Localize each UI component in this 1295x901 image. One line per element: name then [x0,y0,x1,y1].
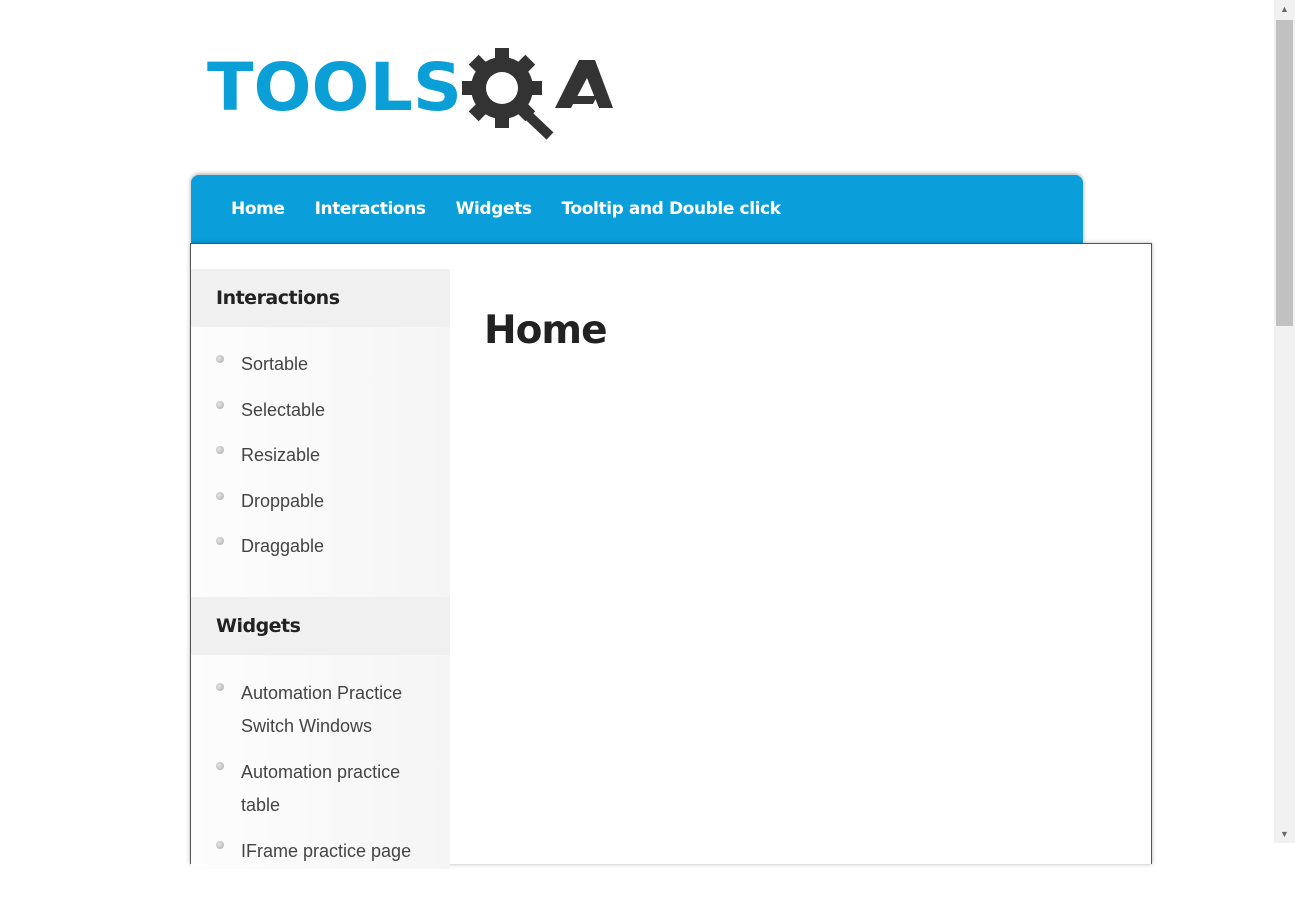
bullet-icon [216,446,224,454]
sidebar-item-iframe-practice[interactable]: IFrame practice page [191,835,421,868]
sidebar-item-label[interactable]: Sortable [241,354,308,374]
sidebar-item-label[interactable]: Draggable [241,536,324,556]
sidebar-item-label[interactable]: Automation Practice Switch Windows [241,683,402,736]
scrollbar-thumb[interactable] [1276,20,1293,326]
sidebar-item-droppable[interactable]: Droppable [191,486,450,532]
sidebar-heading-interactions: Interactions [191,269,450,327]
bullet-icon [216,682,224,691]
bullet-icon [216,840,224,849]
sidebar-item-label[interactable]: Droppable [241,491,324,511]
sidebar-item-practice-table[interactable]: Automation practice table [191,756,421,822]
sidebar-item-selectable[interactable]: Selectable [191,395,450,441]
sidebar-list-interactions: Sortable Selectable Resizable Droppable … [191,327,450,597]
sidebar-item-sortable[interactable]: Sortable [191,349,450,395]
sidebar-item-resizable[interactable]: Resizable [191,440,450,486]
bullet-icon [216,761,224,770]
sidebar-list-widgets: Automation Practice Switch Windows Autom… [191,655,450,901]
nav-item-tooltip-double-click[interactable]: Tooltip and Double click [562,199,781,219]
nav-item-home[interactable]: Home [231,199,285,219]
nav-item-widgets[interactable]: Widgets [456,199,532,219]
scroll-up-arrow-icon[interactable]: ▲ [1274,0,1295,18]
sidebar-item-label[interactable]: Resizable [241,445,320,465]
sidebar-item-label[interactable]: Automation practice table [241,762,400,815]
sidebar-heading-widgets: Widgets [191,596,450,655]
content-panel: Interactions Sortable Selectable Resizab… [190,243,1152,869]
sidebar-item-label[interactable]: IFrame practice page [241,841,411,861]
toolsqa-logo[interactable]: TOOLS QA [205,44,615,140]
page-scrollbar[interactable]: ▲ ▼ [1274,0,1295,843]
logo-text-tools: TOOLS [207,49,462,126]
gear-icon [462,48,554,140]
main-nav-bar: Home Interactions Widgets Tooltip and Do… [191,175,1083,243]
logo-text-qa: QA [205,44,207,45]
sidebar-item-draggable[interactable]: Draggable [191,531,450,577]
scroll-down-arrow-icon[interactable]: ▼ [1274,825,1295,843]
page-title: Home [484,308,608,353]
logo-letter-a [555,60,613,108]
sidebar-item-label[interactable]: Selectable [241,400,325,420]
sidebar-item-switch-windows[interactable]: Automation Practice Switch Windows [191,677,421,743]
bullet-icon [216,491,224,500]
nav-item-interactions[interactable]: Interactions [315,199,426,219]
bullet-icon [216,400,224,409]
bullet-icon [216,537,224,545]
sidebar: Interactions Sortable Selectable Resizab… [191,269,450,869]
bullet-icon [216,355,224,363]
